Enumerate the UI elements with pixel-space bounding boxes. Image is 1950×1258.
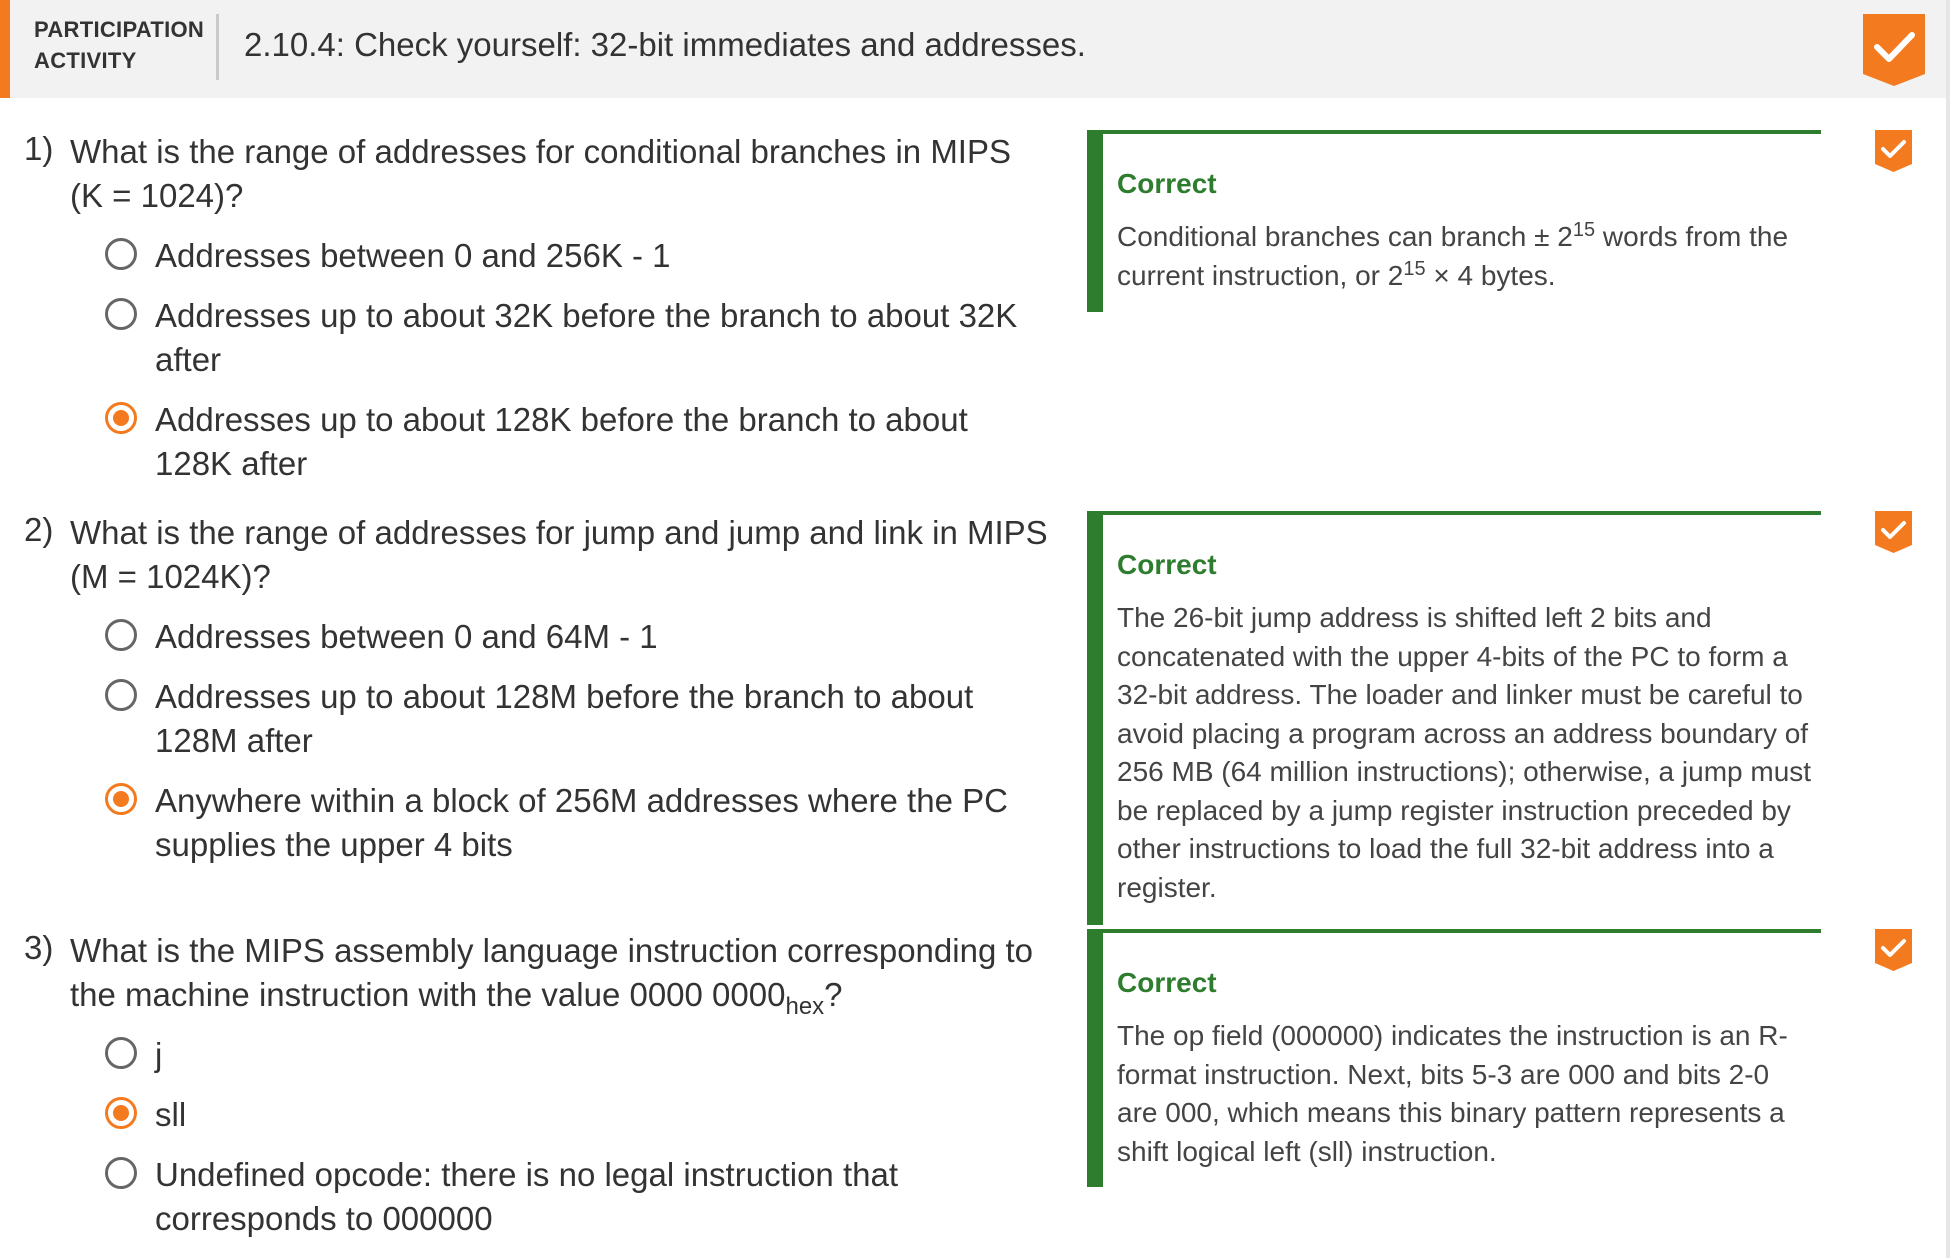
header-divider — [216, 14, 219, 80]
question-3-check-icon — [1875, 929, 1912, 971]
feedback-text: The 26-bit jump address is shifted left … — [1117, 602, 1812, 903]
activity-title: 2.10.4: Check yourself: 32-bit immediate… — [244, 26, 1086, 63]
question-text: What is the MIPS assembly language instr… — [70, 932, 1033, 1020]
question-number: 3) — [24, 929, 54, 966]
feedback-panel-2: Correct The 26-bit jump address is shift… — [1087, 511, 1821, 925]
choice-label: Addresses up to about 32K before the bra… — [155, 297, 1018, 378]
question-text: What is the range of addresses for jump … — [70, 514, 1048, 595]
radio-button-selected[interactable] — [105, 783, 137, 815]
choice-label: j — [155, 1036, 163, 1073]
feedback-status: Correct — [1117, 967, 1217, 998]
activity-container: PARTICIPATION ACTIVITY 2.10.4: Check you… — [0, 0, 1950, 1258]
choice-label: Undefined opcode: there is no legal inst… — [155, 1156, 898, 1237]
label-line-1: PARTICIPATION — [34, 17, 205, 42]
choice-label: Addresses between 0 and 64M - 1 — [155, 618, 658, 655]
radio-button[interactable] — [105, 619, 137, 651]
question-number: 1) — [24, 130, 54, 167]
frame-edge — [1946, 0, 1950, 1258]
label-line-2: ACTIVITY — [34, 48, 137, 73]
radio-button-selected[interactable] — [105, 402, 137, 434]
radio-button-selected[interactable] — [105, 1097, 137, 1129]
choice-label: Addresses up to about 128M before the br… — [155, 678, 974, 759]
choice-label: sll — [155, 1096, 187, 1133]
choice-label: Anywhere within a block of 256M addresse… — [155, 782, 1008, 863]
activity-header: PARTICIPATION ACTIVITY 2.10.4: Check you… — [0, 0, 1946, 98]
radio-button[interactable] — [105, 1037, 137, 1069]
question-1-check-icon — [1875, 130, 1912, 172]
question-text: What is the range of addresses for condi… — [70, 133, 1011, 214]
choice-label: Addresses between 0 and 256K - 1 — [155, 237, 671, 274]
participation-activity-label: PARTICIPATION ACTIVITY — [34, 14, 206, 76]
choice-label: Addresses up to about 128K before the br… — [155, 401, 968, 482]
feedback-status: Correct — [1117, 168, 1217, 199]
radio-button[interactable] — [105, 238, 137, 270]
radio-button[interactable] — [105, 679, 137, 711]
check-ribbon-icon — [1863, 14, 1925, 86]
question-number: 2) — [24, 511, 54, 548]
feedback-panel-3: Correct The op field (000000) indicates … — [1087, 929, 1821, 1187]
radio-button[interactable] — [105, 1157, 137, 1189]
feedback-text: Conditional branches can branch ± 215 wo… — [1117, 219, 1789, 291]
question-2-check-icon — [1875, 511, 1912, 553]
feedback-status: Correct — [1117, 549, 1217, 580]
radio-button[interactable] — [105, 298, 137, 330]
feedback-panel-1: Correct Conditional branches can branch … — [1087, 130, 1821, 312]
feedback-text: The op field (000000) indicates the inst… — [1117, 1020, 1788, 1167]
